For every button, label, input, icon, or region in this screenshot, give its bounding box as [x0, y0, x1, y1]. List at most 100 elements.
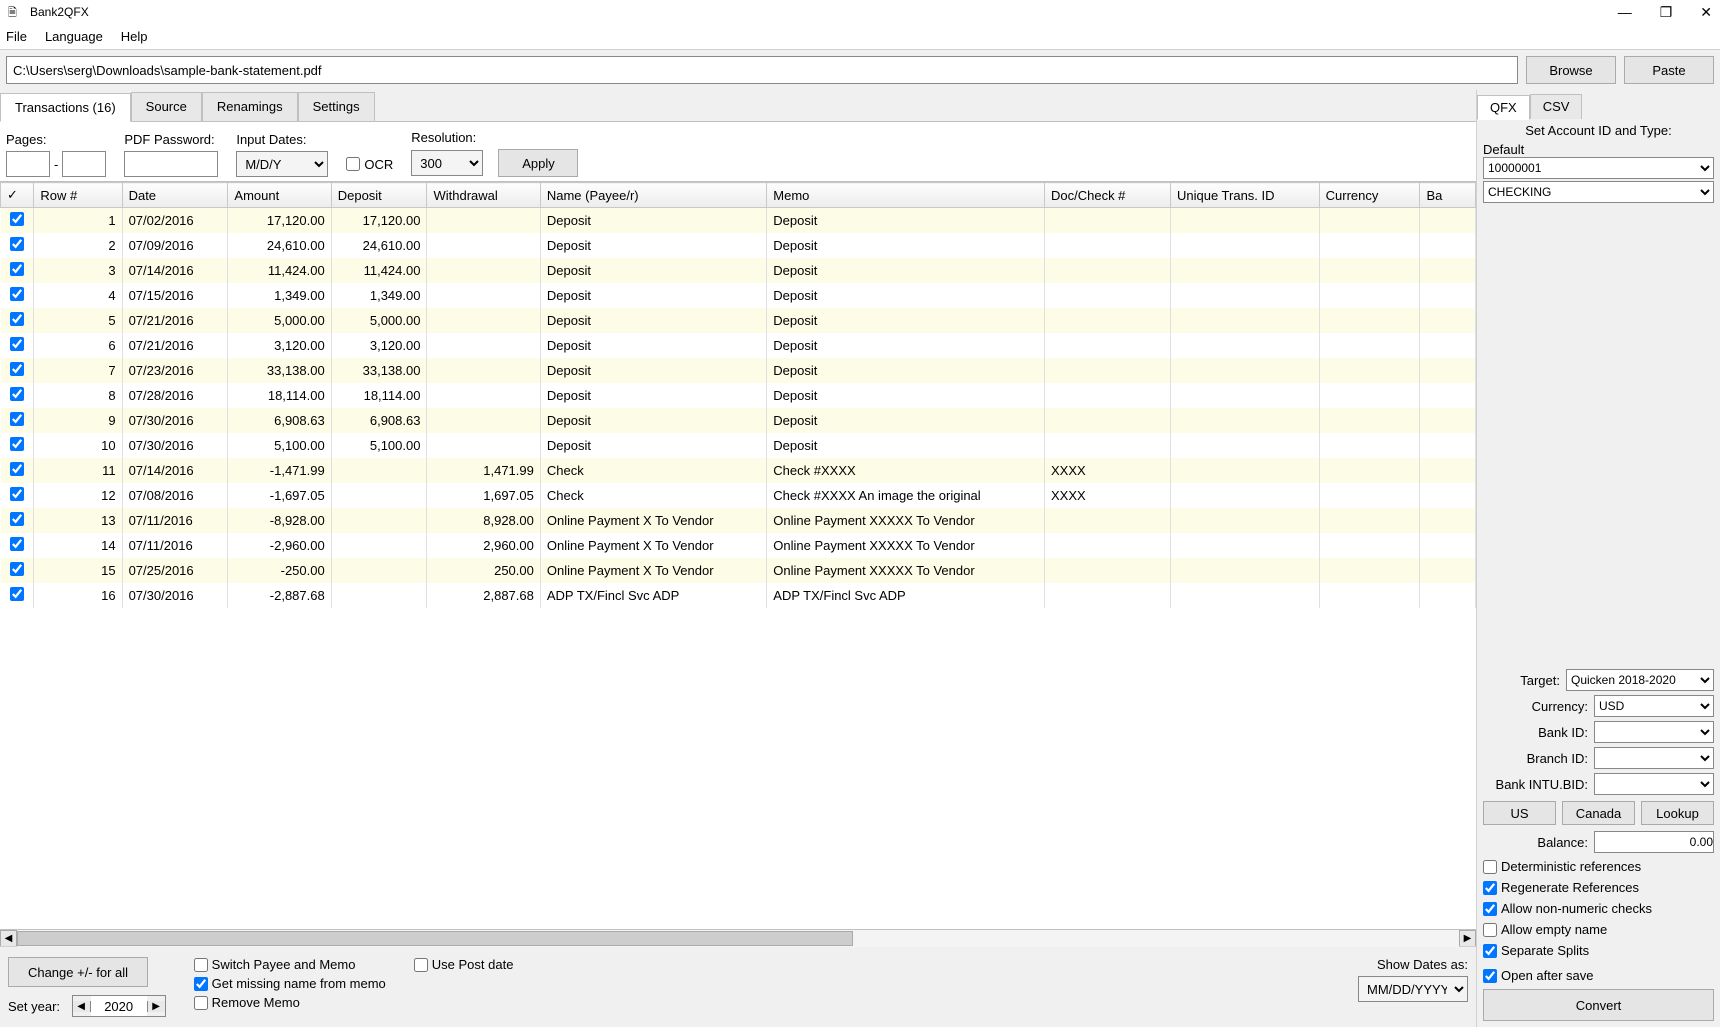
row-checkbox[interactable]	[10, 487, 24, 501]
row-checkbox[interactable]	[10, 587, 24, 601]
row-checkbox[interactable]	[10, 412, 24, 426]
table-row[interactable]: 1507/25/2016-250.00250.00Online Payment …	[1, 558, 1476, 583]
show-dates-select[interactable]: MM/DD/YYYY	[1358, 976, 1468, 1002]
row-checkbox[interactable]	[10, 212, 24, 226]
menu-help[interactable]: Help	[121, 29, 148, 44]
year-prev-icon[interactable]: ◀	[73, 1001, 91, 1012]
paste-button[interactable]: Paste	[1624, 56, 1714, 84]
row-checkbox[interactable]	[10, 262, 24, 276]
column-header[interactable]: Date	[122, 183, 228, 208]
regenerate-checkbox[interactable]	[1483, 881, 1497, 895]
allow-non-numeric-checkbox[interactable]	[1483, 902, 1497, 916]
tab-csv[interactable]: CSV	[1530, 94, 1583, 119]
table-row[interactable]: 1307/11/2016-8,928.008,928.00Online Paym…	[1, 508, 1476, 533]
scroll-left-icon[interactable]: ◀	[0, 930, 17, 947]
tab-source[interactable]: Source	[131, 92, 202, 121]
pdf-password-input[interactable]	[124, 151, 218, 177]
maximize-icon[interactable]: ❐	[1660, 4, 1673, 21]
year-next-icon[interactable]: ▶	[147, 1001, 165, 1012]
currency-select[interactable]: USD	[1594, 695, 1714, 717]
table-row[interactable]: 807/28/201618,114.0018,114.00DepositDepo…	[1, 383, 1476, 408]
table-row[interactable]: 707/23/201633,138.0033,138.00DepositDepo…	[1, 358, 1476, 383]
pages-label: Pages:	[6, 132, 106, 147]
path-input[interactable]	[6, 56, 1518, 84]
row-checkbox[interactable]	[10, 437, 24, 451]
pages-from-input[interactable]	[6, 151, 50, 177]
tab-qfx[interactable]: QFX	[1477, 95, 1530, 120]
intu-bid-select[interactable]	[1594, 773, 1714, 795]
horizontal-scrollbar[interactable]: ◀ ▶	[0, 929, 1476, 946]
column-header[interactable]: ✓	[1, 183, 34, 208]
change-plus-minus-button[interactable]: Change +/- for all	[8, 957, 148, 987]
balance-input[interactable]	[1594, 831, 1714, 853]
open-after-save-checkbox[interactable]	[1483, 969, 1497, 983]
row-checkbox[interactable]	[10, 287, 24, 301]
table-row[interactable]: 307/14/201611,424.0011,424.00DepositDepo…	[1, 258, 1476, 283]
table-row[interactable]: 1107/14/2016-1,471.991,471.99CheckCheck …	[1, 458, 1476, 483]
table-row[interactable]: 607/21/20163,120.003,120.00DepositDeposi…	[1, 333, 1476, 358]
table-row[interactable]: 907/30/20166,908.636,908.63DepositDeposi…	[1, 408, 1476, 433]
table-row[interactable]: 1207/08/2016-1,697.051,697.05CheckCheck …	[1, 483, 1476, 508]
apply-button[interactable]: Apply	[498, 149, 578, 177]
get-missing-checkbox[interactable]	[194, 977, 208, 991]
table-row[interactable]: 107/02/201617,120.0017,120.00DepositDepo…	[1, 208, 1476, 234]
year-input[interactable]	[91, 996, 147, 1016]
table-row[interactable]: 1007/30/20165,100.005,100.00DepositDepos…	[1, 433, 1476, 458]
tab-settings[interactable]: Settings	[298, 92, 375, 121]
table-row[interactable]: 507/21/20165,000.005,000.00DepositDeposi…	[1, 308, 1476, 333]
account-id-select[interactable]: 10000001	[1483, 157, 1714, 179]
row-checkbox[interactable]	[10, 362, 24, 376]
column-header[interactable]: Name (Payee/r)	[540, 183, 766, 208]
allow-empty-checkbox[interactable]	[1483, 923, 1497, 937]
scroll-right-icon[interactable]: ▶	[1459, 930, 1476, 947]
row-checkbox[interactable]	[10, 387, 24, 401]
minimize-icon[interactable]: —	[1618, 4, 1632, 21]
default-label: Default	[1483, 142, 1714, 157]
column-header[interactable]: Amount	[228, 183, 331, 208]
column-header[interactable]: Unique Trans. ID	[1170, 183, 1319, 208]
pages-to-input[interactable]	[62, 151, 106, 177]
deterministic-checkbox[interactable]	[1483, 860, 1497, 874]
branch-id-select[interactable]	[1594, 747, 1714, 769]
close-icon[interactable]: ✕	[1700, 4, 1712, 21]
target-select[interactable]: Quicken 2018-2020	[1566, 669, 1714, 691]
column-header[interactable]: Memo	[767, 183, 1045, 208]
convert-button[interactable]: Convert	[1483, 989, 1714, 1021]
browse-button[interactable]: Browse	[1526, 56, 1616, 84]
table-row[interactable]: 407/15/20161,349.001,349.00DepositDeposi…	[1, 283, 1476, 308]
row-checkbox[interactable]	[10, 337, 24, 351]
account-type-select[interactable]: CHECKING	[1483, 181, 1714, 203]
menu-file[interactable]: File	[6, 29, 27, 44]
switch-payee-checkbox[interactable]	[194, 958, 208, 972]
resolution-select[interactable]: 300	[411, 150, 483, 176]
table-row[interactable]: 207/09/201624,610.0024,610.00DepositDepo…	[1, 233, 1476, 258]
canada-button[interactable]: Canada	[1562, 801, 1635, 825]
app-icon: 🗎	[8, 4, 24, 20]
tab-renamings[interactable]: Renamings	[202, 92, 298, 121]
row-checkbox[interactable]	[10, 312, 24, 326]
separate-splits-checkbox[interactable]	[1483, 944, 1497, 958]
row-checkbox[interactable]	[10, 562, 24, 576]
us-button[interactable]: US	[1483, 801, 1556, 825]
column-header[interactable]: Withdrawal	[427, 183, 540, 208]
row-checkbox[interactable]	[10, 512, 24, 526]
column-header[interactable]: Ba	[1420, 183, 1476, 208]
table-row[interactable]: 1407/11/2016-2,960.002,960.00Online Paym…	[1, 533, 1476, 558]
menu-language[interactable]: Language	[45, 29, 103, 44]
lookup-button[interactable]: Lookup	[1641, 801, 1714, 825]
bank-id-select[interactable]	[1594, 721, 1714, 743]
input-dates-select[interactable]: M/D/Y	[236, 151, 328, 177]
column-header[interactable]: Deposit	[331, 183, 427, 208]
table-row[interactable]: 1607/30/2016-2,887.682,887.68ADP TX/Finc…	[1, 583, 1476, 608]
row-checkbox[interactable]	[10, 462, 24, 476]
tab-transactions[interactable]: Transactions (16)	[0, 93, 131, 122]
year-stepper[interactable]: ◀ ▶	[72, 995, 166, 1017]
ocr-checkbox[interactable]	[346, 157, 360, 171]
use-post-date-checkbox[interactable]	[414, 958, 428, 972]
column-header[interactable]: Currency	[1319, 183, 1420, 208]
column-header[interactable]: Row #	[34, 183, 122, 208]
remove-memo-checkbox[interactable]	[194, 996, 208, 1010]
row-checkbox[interactable]	[10, 537, 24, 551]
row-checkbox[interactable]	[10, 237, 24, 251]
column-header[interactable]: Doc/Check #	[1044, 183, 1170, 208]
